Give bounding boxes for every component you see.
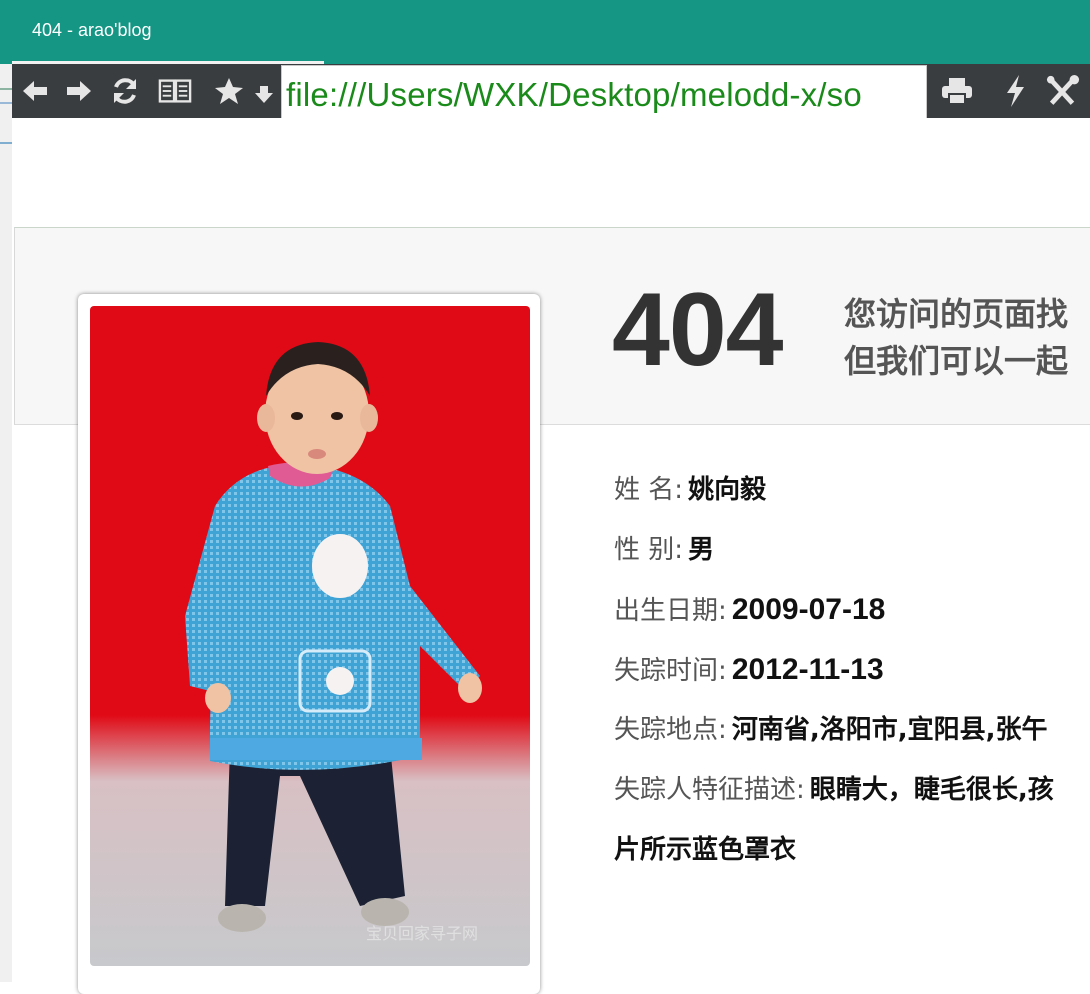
- gender-label: 性 别:: [614, 535, 684, 565]
- window-left-edge: [0, 64, 12, 982]
- error-code: 404: [612, 272, 784, 388]
- missing-place-label: 失踪地点:: [614, 715, 727, 745]
- back-icon[interactable]: [18, 74, 52, 108]
- edge-line: [0, 102, 12, 104]
- edge-line: [0, 142, 12, 144]
- missing-child-photo: 宝贝回家寻子网: [90, 306, 530, 966]
- missing-time-value: 2012-11-13: [731, 653, 884, 686]
- page-content: 宝贝回家寻子网 404 您访问的页面找 但我们可以一起 姓 名: 姚向毅 性 别…: [12, 118, 1090, 994]
- reader-icon[interactable]: [158, 74, 192, 108]
- reload-icon[interactable]: [108, 74, 142, 108]
- edge-line: [0, 88, 12, 90]
- lightning-icon[interactable]: [998, 74, 1032, 108]
- bookmark-star-icon[interactable]: [210, 74, 280, 108]
- missing-time-label: 失踪时间:: [614, 656, 727, 686]
- address-bar[interactable]: file:///Users/WXK/Desktop/melodd-x/so: [281, 65, 927, 123]
- missing-place-value: 河南省,洛阳市,宜阳县,张午: [731, 715, 1048, 745]
- birth-value: 2009-07-18: [731, 593, 886, 626]
- photo-watermark: 宝贝回家寻子网: [366, 924, 479, 943]
- gender-value: 男: [688, 535, 715, 565]
- url-text: file:///Users/WXK/Desktop/melodd-x/so: [286, 76, 862, 113]
- error-message-line1: 您访问的页面找: [844, 295, 1069, 333]
- name-value: 姚向毅: [688, 475, 767, 505]
- forward-icon[interactable]: [62, 74, 96, 108]
- features-label: 失踪人特征描述:: [614, 775, 805, 805]
- browser-toolbar: file:///Users/WXK/Desktop/melodd-x/so: [12, 64, 1090, 123]
- features-value-continued: 片所示蓝色罩衣: [614, 835, 797, 865]
- info-row-name: 姓 名: 姚向毅: [614, 477, 766, 503]
- birth-label: 出生日期:: [614, 596, 727, 626]
- features-value: 眼睛大，睫毛很长,孩: [809, 775, 1054, 805]
- info-row-missing-place: 失踪地点: 河南省,洛阳市,宜阳县,张午: [614, 717, 1048, 743]
- name-label: 姓 名:: [614, 475, 684, 505]
- print-icon[interactable]: [940, 74, 974, 108]
- error-message-line2: 但我们可以一起: [844, 342, 1069, 380]
- info-row-missing-time: 失踪时间: 2012-11-13: [614, 655, 884, 685]
- info-row-features: 失踪人特征描述: 眼睛大，睫毛很长,孩: [614, 777, 1054, 803]
- tools-icon[interactable]: [1046, 74, 1080, 108]
- tab-title: 404 - arao'blog: [32, 20, 152, 40]
- info-row-birth: 出生日期: 2009-07-18: [614, 595, 885, 625]
- tab-bar: 404 - arao'blog: [0, 0, 1090, 64]
- tab-active[interactable]: 404 - arao'blog: [12, 0, 324, 64]
- info-row-features-continued: 片所示蓝色罩衣: [614, 837, 796, 863]
- info-row-gender: 性 别: 男: [614, 537, 714, 563]
